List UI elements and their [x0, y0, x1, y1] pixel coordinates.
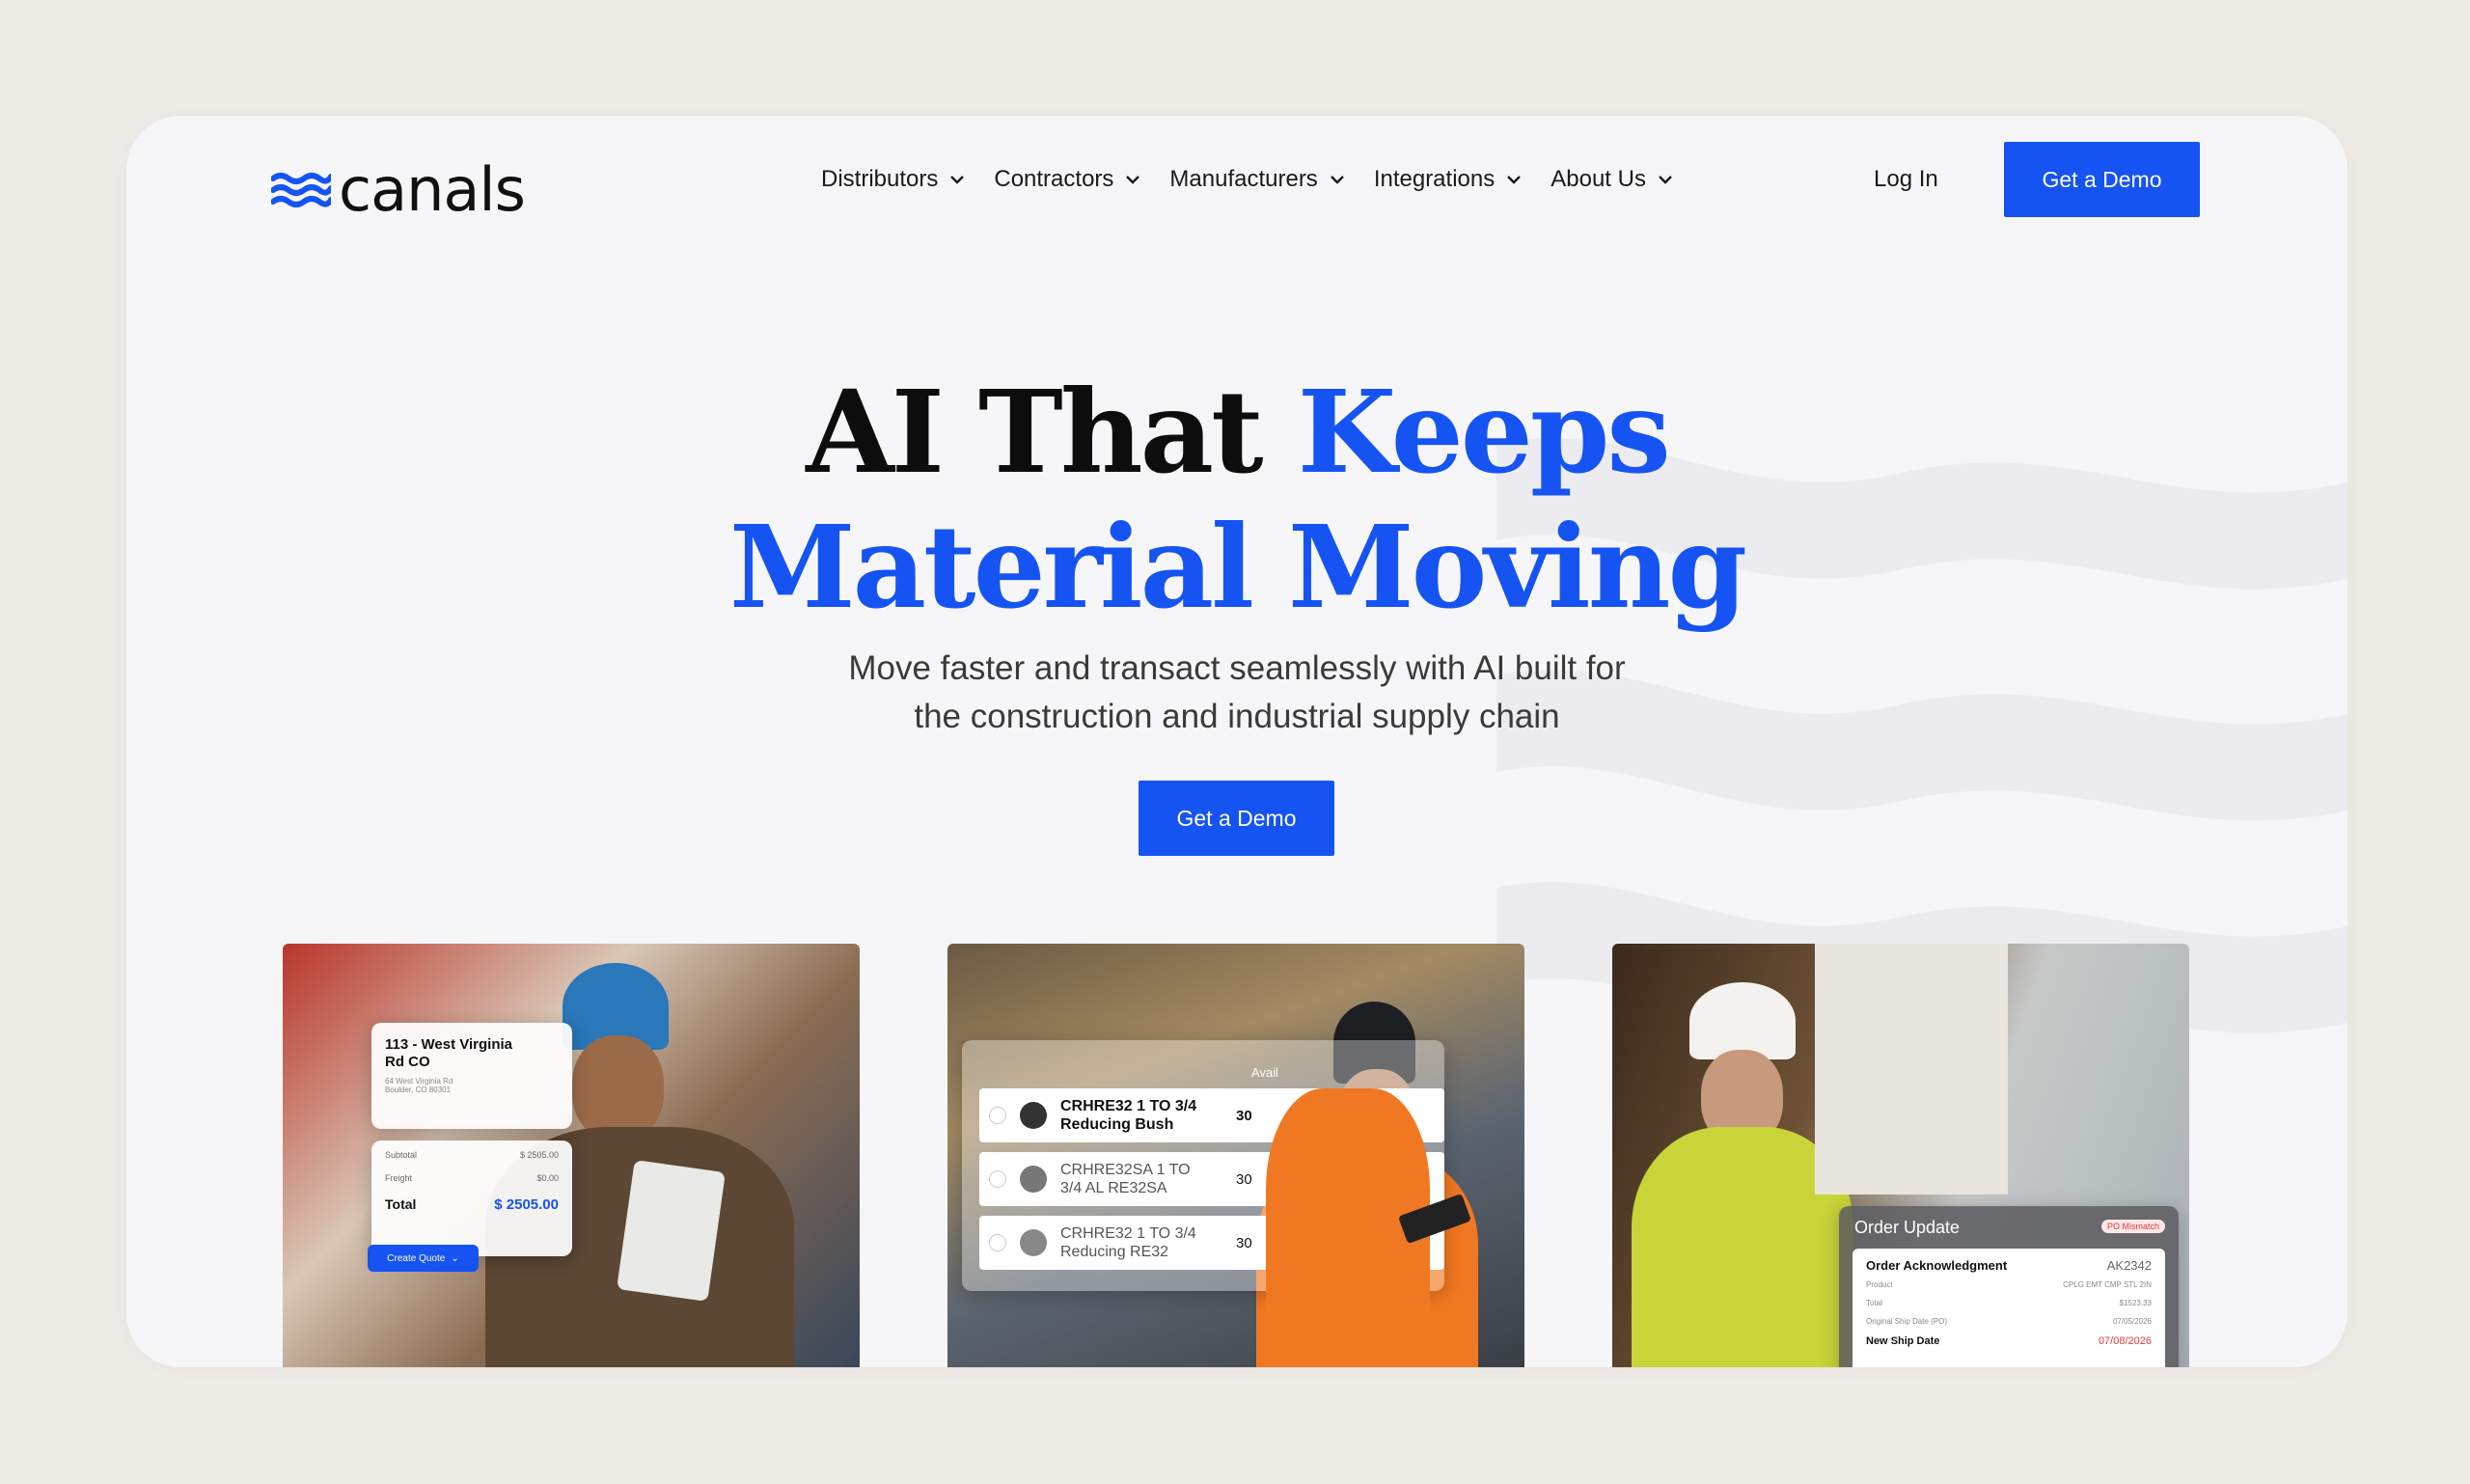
- radio-button[interactable]: [989, 1170, 1006, 1188]
- po-mismatch-badge: PO Mismatch: [2100, 1220, 2165, 1233]
- chevron-down-icon: [950, 176, 965, 184]
- product-label: Product: [1866, 1280, 1893, 1289]
- new-ship-label: New Ship Date: [1866, 1335, 1940, 1347]
- nav-item-label: Manufacturers: [1169, 166, 1318, 192]
- card-availability-photo: Avail CRHRE32 1 TO 3/4 Reducing Bush 30 …: [947, 944, 1524, 1367]
- fitting-icon: [1020, 1229, 1047, 1256]
- total-label: Total: [1866, 1299, 1882, 1307]
- get-demo-button[interactable]: Get a Demo: [2004, 142, 2200, 217]
- hero-subtitle: Move faster and transact seamlessly with…: [126, 645, 2347, 741]
- logo-wordmark: canals: [339, 154, 526, 225]
- quote-summary: Subtotal $ 2505.00 Freight $0.00 Total $ 25…: [371, 1140, 572, 1256]
- main-nav: Distributors Contractors Manufacturers I…: [821, 166, 1702, 193]
- total-value: $ 2505.00: [494, 1196, 559, 1213]
- ship-label: Original Ship Date (PO): [1866, 1317, 1948, 1326]
- nav-item-contractors[interactable]: Contractors: [994, 166, 1140, 193]
- worker-figure: [572, 1035, 664, 1141]
- worker-figure: [1689, 982, 1796, 1059]
- nav-item-label: Distributors: [821, 166, 939, 192]
- total-label: Total: [385, 1196, 417, 1212]
- login-link[interactable]: Log In: [1874, 166, 1938, 193]
- radio-button[interactable]: [989, 1234, 1006, 1251]
- freight-value: $0.00: [536, 1173, 559, 1183]
- total-value: $1523.33: [2119, 1299, 2152, 1307]
- chevron-down-icon: [1659, 176, 1672, 184]
- address-card: 113 - West Virginia Rd CO 64 West Virgin…: [371, 1023, 572, 1129]
- page-frame: canals Distributors Contractors Manufact…: [126, 116, 2347, 1367]
- ship-value: 07/05/2026: [2112, 1317, 2152, 1326]
- nav-item-label: Integrations: [1373, 166, 1496, 192]
- headline-blue-1: Keeps: [1297, 365, 1671, 499]
- product-value: CPLG EMT CMP STL 2IN: [2063, 1280, 2152, 1289]
- waves-icon: [271, 172, 331, 207]
- nav-item-manufacturers[interactable]: Manufacturers: [1169, 166, 1344, 193]
- nav-item-label: About Us: [1551, 166, 1646, 192]
- order-update-panel: Order Update PO Mismatch Order Acknowled…: [1839, 1206, 2179, 1367]
- fitting-icon: [1020, 1166, 1047, 1193]
- order-update-title: Order Update: [1854, 1218, 1961, 1237]
- address-title: 113 - West Virginia Rd CO: [385, 1036, 513, 1070]
- address-line-1: 64 West Virginia Rd: [385, 1077, 453, 1086]
- hero-headline: AI That Keeps Material Moving: [126, 365, 2347, 635]
- fitting-icon: [1020, 1102, 1047, 1129]
- chevron-down-icon: [1126, 176, 1140, 184]
- nav-item-integrations[interactable]: Integrations: [1374, 166, 1522, 193]
- headline-dark: AI That: [806, 365, 1298, 499]
- avail-header: Avail: [1251, 1065, 1278, 1080]
- chevron-down-icon: ⌄: [451, 1252, 459, 1264]
- radio-button[interactable]: [989, 1107, 1006, 1124]
- canals-logo[interactable]: canals: [271, 154, 526, 225]
- address-line-2: Boulder, CO 80301: [385, 1086, 452, 1094]
- subtotal-label: Subtotal: [385, 1150, 418, 1160]
- create-quote-button[interactable]: Create Quote ⌄: [368, 1245, 479, 1272]
- chevron-down-icon: [1507, 176, 1522, 184]
- freight-label: Freight: [385, 1173, 413, 1183]
- hero-get-demo-button[interactable]: Get a Demo: [1139, 781, 1334, 856]
- item-name: CRHRE32 1 TO 3/4 Reducing Bush: [1060, 1098, 1197, 1133]
- subtitle-line-1: Move faster and transact seamlessly with…: [848, 649, 1626, 687]
- item-qty: 30: [1236, 1170, 1252, 1188]
- ack-label: Order Acknowledgment: [1866, 1258, 2008, 1273]
- card-order-photo: Order Update PO Mismatch Order Acknowled…: [1612, 944, 2189, 1367]
- order-ack-card: Order Acknowledgment AK2342 Product CPLG E…: [1852, 1249, 2165, 1367]
- item-qty: 30: [1236, 1107, 1252, 1124]
- nav-item-distributors[interactable]: Distributors: [821, 166, 965, 193]
- card-quote-photo: 113 - West Virginia Rd CO 64 West Virgin…: [283, 944, 860, 1367]
- item-name: CRHRE32 1 TO 3/4 Reducing RE32: [1060, 1225, 1196, 1260]
- headline-blue-2: Material Moving: [728, 500, 1747, 634]
- create-quote-label: Create Quote: [387, 1252, 446, 1264]
- item-qty: 30: [1236, 1234, 1252, 1251]
- item-name: CRHRE32SA 1 TO 3/4 AL RE32SA: [1060, 1162, 1191, 1196]
- chevron-down-icon: [1330, 176, 1344, 184]
- ack-id: AK2342: [2106, 1258, 2152, 1273]
- nav-item-label: Contractors: [994, 166, 1114, 192]
- subtitle-line-2: the construction and industrial supply c…: [914, 698, 1560, 735]
- new-ship-value: 07/08/2026: [2098, 1335, 2152, 1347]
- subtotal-value: $ 2505.00: [519, 1150, 559, 1160]
- tablet-device: [617, 1160, 726, 1302]
- nav-item-about-us[interactable]: About Us: [1551, 166, 1673, 193]
- whiteboard: [1815, 944, 2008, 1195]
